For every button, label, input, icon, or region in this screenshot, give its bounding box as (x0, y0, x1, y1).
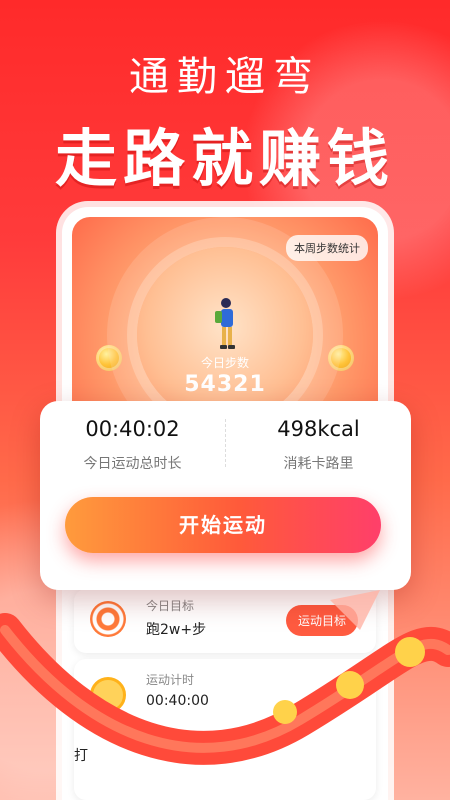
walker-icon (215, 298, 235, 349)
target-value: 跑2w+步 (146, 622, 207, 638)
target-icon (90, 601, 126, 637)
sport-goal-button[interactable]: 运动目标 (285, 605, 358, 636)
duration-label: 今日运动总时长 (83, 456, 182, 472)
calories-label: 消耗卡路里 (283, 456, 354, 472)
week-stats-button[interactable]: 本周步数统计 (286, 235, 368, 261)
header-subtitle: 通勤遛弯 (129, 54, 321, 100)
start-sport-button[interactable]: 开始运动 (65, 497, 381, 553)
today-steps-label: 今日步数 (200, 356, 249, 370)
calories-value: 498kcal (277, 417, 360, 441)
alarm-clock-icon (90, 677, 126, 713)
timer-title: 运动计时 (146, 673, 195, 687)
steps-hero-panel: 本周步数统计 今日步数 54321 (72, 217, 378, 427)
today-steps-value: 54321 (184, 372, 266, 397)
duration-stat: 00:40:02 今日运动总时长 (40, 417, 225, 473)
target-title: 今日目标 (146, 599, 195, 613)
timer-value: 00:40:00 (146, 693, 209, 709)
calories-stat: 498kcal 消耗卡路里 (226, 417, 411, 473)
timer-card: 运动计时 00:40:00 (74, 659, 376, 800)
checkin-label: 打 (74, 748, 88, 764)
header-title: 走路就赚钱 (54, 122, 395, 195)
sport-stats-card: 00:40:02 今日运动总时长 498kcal 消耗卡路里 开始运动 (40, 401, 411, 590)
duration-value: 00:40:02 (85, 417, 180, 441)
daily-target-card: 今日目标 跑2w+步 运动目标 (74, 589, 376, 653)
